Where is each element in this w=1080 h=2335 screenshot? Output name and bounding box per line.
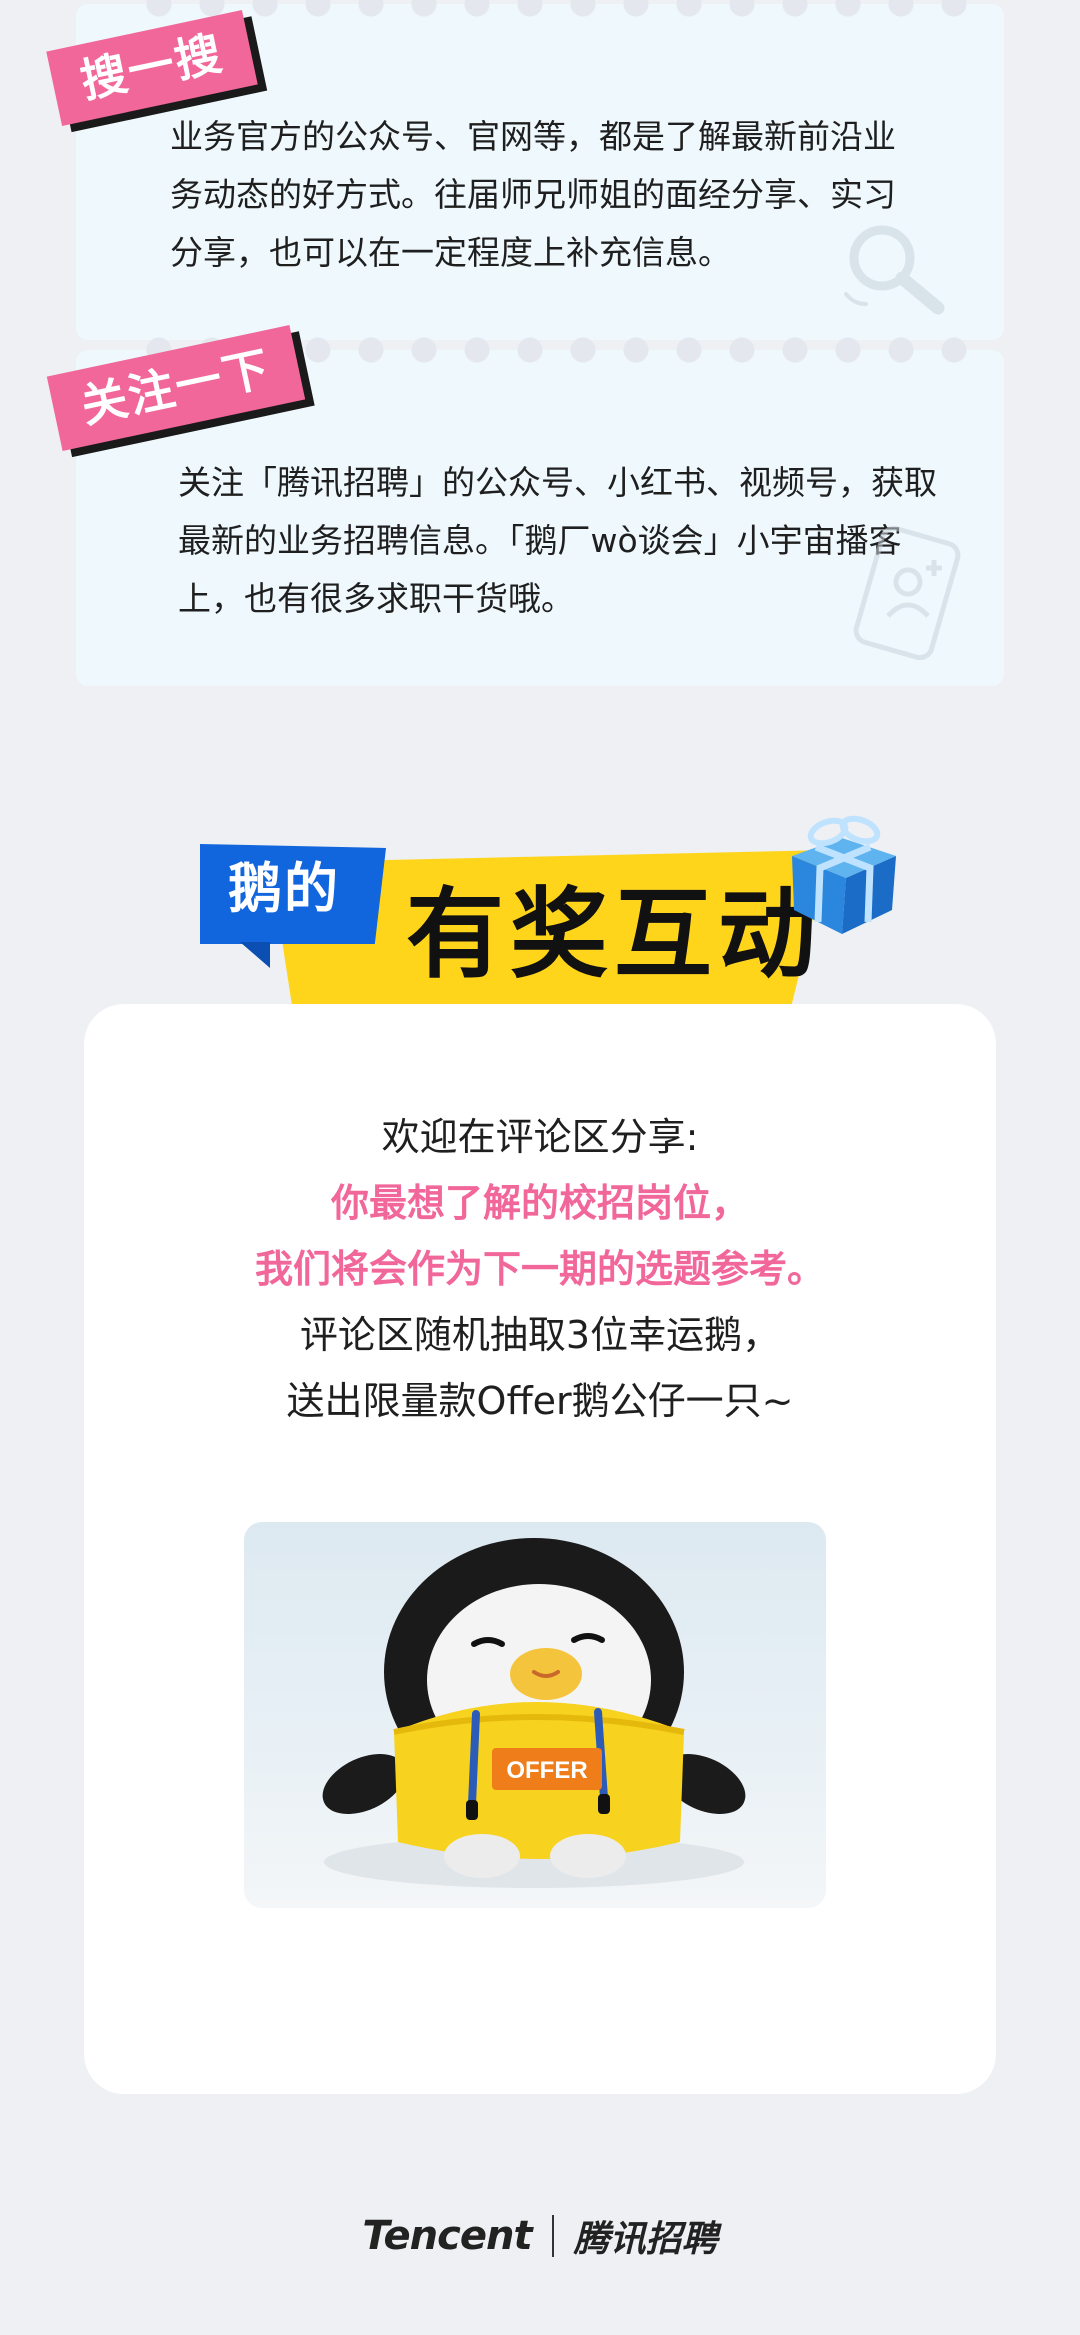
badge-label: 鹅的: [228, 857, 340, 920]
highlight-line-2: 我们将会作为下一期的选题参考。: [254, 1247, 825, 1291]
hoodie-label: OFFER: [506, 1757, 587, 1784]
tencent-logo: Tencent: [362, 2213, 532, 2259]
highlight-line-1: 你最想了解的校招岗位，: [330, 1181, 749, 1225]
follow-tip-text: 关注「腾讯招聘」的公众号、小红书、视频号，获取 最新的业务招聘信息。「鹅厂wò谈…: [178, 463, 937, 618]
footer-brand: Tencent 腾讯招聘: [0, 2210, 1080, 2270]
invite-line: 欢迎在评论区分享:: [381, 1115, 699, 1159]
prize-line: 送出限量款Offer鹅公仔一只~: [286, 1379, 794, 1423]
section-title: 有奖互动: [406, 878, 823, 992]
prize-photo: OFFER: [244, 1522, 826, 1908]
reward-description: 欢迎在评论区分享: 你最想了解的校招岗位， 我们将会作为下一期的选题参考。 评论…: [84, 1104, 996, 1434]
footer-divider: [551, 2215, 554, 2257]
badge-tail: [240, 942, 270, 968]
search-tip-text: 业务官方的公众号、官网等，都是了解最新前沿业 务动态的好方式。往届师兄师姐的面经…: [170, 117, 896, 272]
reward-header: 鹅的 有奖互动: [0, 800, 1080, 1010]
phone-user-icon: [853, 525, 961, 660]
magnifier-icon: [844, 225, 945, 315]
gift-box-icon: [792, 815, 896, 934]
penguin-plush-image: OFFER: [322, 1538, 746, 1888]
brand-name: 腾讯招聘: [573, 2219, 718, 2260]
reward-panel: 欢迎在评论区分享: 你最想了解的校招岗位， 我们将会作为下一期的选题参考。 评论…: [84, 1004, 996, 2094]
draw-line: 评论区随机抽取3位幸运鹅，: [299, 1313, 781, 1357]
